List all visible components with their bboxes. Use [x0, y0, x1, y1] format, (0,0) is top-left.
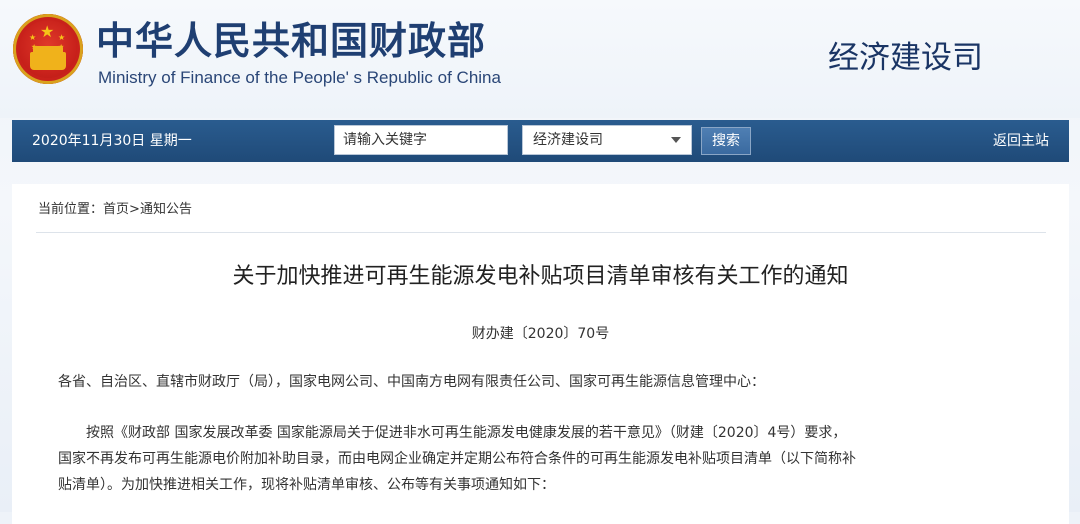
department-title: 经济建设司: [828, 40, 983, 76]
article-title: 关于加快推进可再生能源发电补贴项目清单审核有关工作的通知: [232, 264, 849, 289]
paragraph-line: 按照《财政部 国家发展改革委 国家能源局关于促进非水可再生能源发电健康发展的若干…: [86, 425, 847, 441]
document-number: 财办建〔2020〕70号: [471, 326, 610, 342]
site-title-chinese: 中华人民共和国财政部: [96, 19, 487, 63]
article-paragraph: 按照《财政部 国家发展改革委 国家能源局关于促进非水可再生能源发电健康发展的若干…: [58, 420, 1048, 498]
chevron-down-icon: [671, 137, 681, 143]
article-addressee: 各省、自治区、直辖市财政厅（局），国家电网公司、中国南方电网有限责任公司、国家可…: [58, 374, 765, 390]
breadcrumb-home-link[interactable]: 首页: [103, 202, 129, 217]
paragraph-line: 国家不再发布可再生能源电价附加补助目录，而由电网企业确定并定期公布符合条件的可再…: [58, 451, 856, 467]
breadcrumb-divider: [36, 232, 1046, 233]
search-input[interactable]: [334, 125, 508, 155]
breadcrumb-prefix: 当前位置：: [38, 202, 104, 217]
site-header: ★ ★ ★ ★ ★ 中华人民共和国财政部 Ministry of Finance…: [0, 0, 1080, 118]
return-main-site-link[interactable]: 返回主站: [993, 132, 1049, 150]
current-date: 2020年11月30日 星期一: [32, 133, 192, 149]
breadcrumb-section-link[interactable]: 通知公告: [140, 202, 192, 217]
department-select[interactable]: 经济建设司: [522, 125, 692, 155]
department-select-value: 经济建设司: [533, 132, 603, 148]
site-title-english: Ministry of Finance of the People' s Rep…: [98, 68, 501, 87]
breadcrumb-separator: >: [129, 202, 140, 217]
paragraph-line: 贴清单）。为加快推进相关工作，现将补贴清单审核、公布等有关事项通知如下：: [58, 477, 555, 493]
article-panel: 当前位置：首页>通知公告 关于加快推进可再生能源发电补贴项目清单审核有关工作的通…: [12, 184, 1069, 524]
breadcrumb: 当前位置：首页>通知公告: [38, 201, 192, 219]
national-emblem-icon: ★ ★ ★ ★ ★: [13, 14, 83, 84]
search-button[interactable]: 搜索: [701, 127, 751, 155]
nav-bar: 2020年11月30日 星期一 经济建设司 搜索 返回主站: [12, 120, 1069, 162]
